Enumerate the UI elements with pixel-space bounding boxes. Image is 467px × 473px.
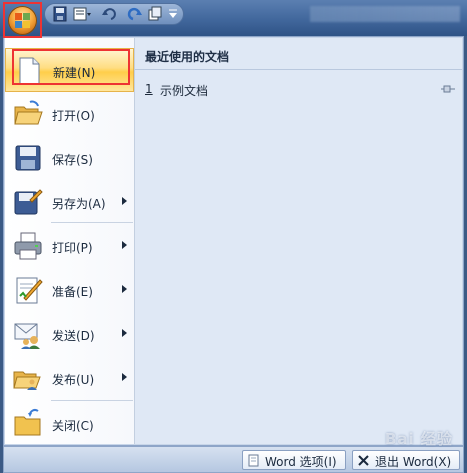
menu-separator bbox=[51, 222, 133, 223]
office-menu: 新建(N) 打开(O) 保存(S) 另存为(A) 打印(P) 准备(E) 发送(… bbox=[3, 36, 464, 446]
recent-documents-title: 最近使用的文档 bbox=[145, 50, 230, 64]
submenu-arrow-icon bbox=[122, 241, 127, 249]
recent-document-item[interactable]: 1 示例文档 bbox=[135, 78, 462, 100]
send-icon bbox=[14, 323, 40, 349]
menu-item-print[interactable]: 打印(P) bbox=[5, 224, 134, 268]
menu-item-label: 发布(U) bbox=[52, 373, 95, 387]
office-button-highlight bbox=[3, 2, 42, 38]
menu-item-label: 新建(N) bbox=[53, 66, 96, 80]
menu-separator bbox=[51, 400, 133, 401]
title-bar-blurred-area bbox=[310, 6, 460, 22]
menu-item-label: 关闭(C) bbox=[52, 419, 94, 433]
new-document-icon bbox=[19, 57, 40, 85]
undo-icon[interactable] bbox=[101, 6, 119, 22]
menu-commands-pane: 新建(N) 打开(O) 保存(S) 另存为(A) 打印(P) 准备(E) 发送(… bbox=[5, 38, 135, 444]
word-options-label: Word 选项(I) bbox=[265, 455, 337, 469]
close-folder-icon bbox=[14, 409, 41, 436]
exit-word-button[interactable]: 退出 Word(X) bbox=[352, 450, 460, 470]
submenu-arrow-icon bbox=[122, 285, 127, 293]
submenu-arrow-icon bbox=[122, 197, 127, 205]
menu-item-save[interactable]: 保存(S) bbox=[5, 136, 134, 180]
menu-item-label: 保存(S) bbox=[52, 153, 93, 167]
menu-item-label: 打印(P) bbox=[52, 241, 93, 255]
printer-icon bbox=[14, 232, 42, 260]
word-options-button[interactable]: Word 选项(I) bbox=[242, 450, 346, 470]
print-preview-icon[interactable] bbox=[73, 6, 91, 22]
recent-document-name: 示例文档 bbox=[160, 84, 209, 98]
customize-toolbar-icon[interactable] bbox=[169, 9, 177, 19]
recent-documents-pane: 最近使用的文档 1 示例文档 bbox=[135, 38, 462, 444]
menu-item-label: 准备(E) bbox=[52, 285, 93, 299]
menu-item-label: 另存为(A) bbox=[52, 197, 106, 211]
publish-icon bbox=[13, 371, 41, 390]
prepare-document-icon bbox=[16, 277, 43, 304]
save-icon[interactable] bbox=[53, 6, 67, 22]
recent-document-number: 1 bbox=[145, 82, 153, 96]
menu-item-new[interactable]: 新建(N) bbox=[5, 48, 134, 92]
menu-item-save-as[interactable]: 另存为(A) bbox=[5, 180, 134, 224]
submenu-arrow-icon bbox=[122, 329, 127, 337]
exit-word-label: 退出 Word(X) bbox=[375, 455, 452, 469]
save-as-icon bbox=[14, 189, 43, 215]
submenu-arrow-icon bbox=[122, 373, 127, 381]
menu-item-send[interactable]: 发送(D) bbox=[5, 312, 134, 356]
open-folder-icon bbox=[14, 100, 43, 125]
quick-access-toolbar bbox=[44, 3, 184, 25]
save-floppy-icon bbox=[15, 145, 41, 171]
watermark: Bai 经验 bbox=[385, 430, 453, 448]
title-bar bbox=[0, 0, 467, 38]
menu-item-label: 发送(D) bbox=[52, 329, 95, 343]
menu-item-prepare[interactable]: 准备(E) bbox=[5, 268, 134, 312]
options-document-icon bbox=[248, 454, 259, 467]
menu-item-close[interactable]: 关闭(C) bbox=[5, 402, 134, 446]
menu-footer: Word 选项(I) 退出 Word(X) bbox=[3, 446, 464, 473]
recent-documents-header: 最近使用的文档 bbox=[135, 38, 462, 70]
menu-item-label: 打开(O) bbox=[52, 109, 95, 123]
menu-item-publish[interactable]: 发布(U) bbox=[5, 356, 134, 400]
copy-icon[interactable] bbox=[147, 6, 163, 22]
pin-icon[interactable] bbox=[441, 84, 455, 94]
close-x-icon bbox=[358, 455, 369, 466]
redo-icon[interactable] bbox=[127, 6, 143, 22]
menu-item-open[interactable]: 打开(O) bbox=[5, 92, 134, 136]
